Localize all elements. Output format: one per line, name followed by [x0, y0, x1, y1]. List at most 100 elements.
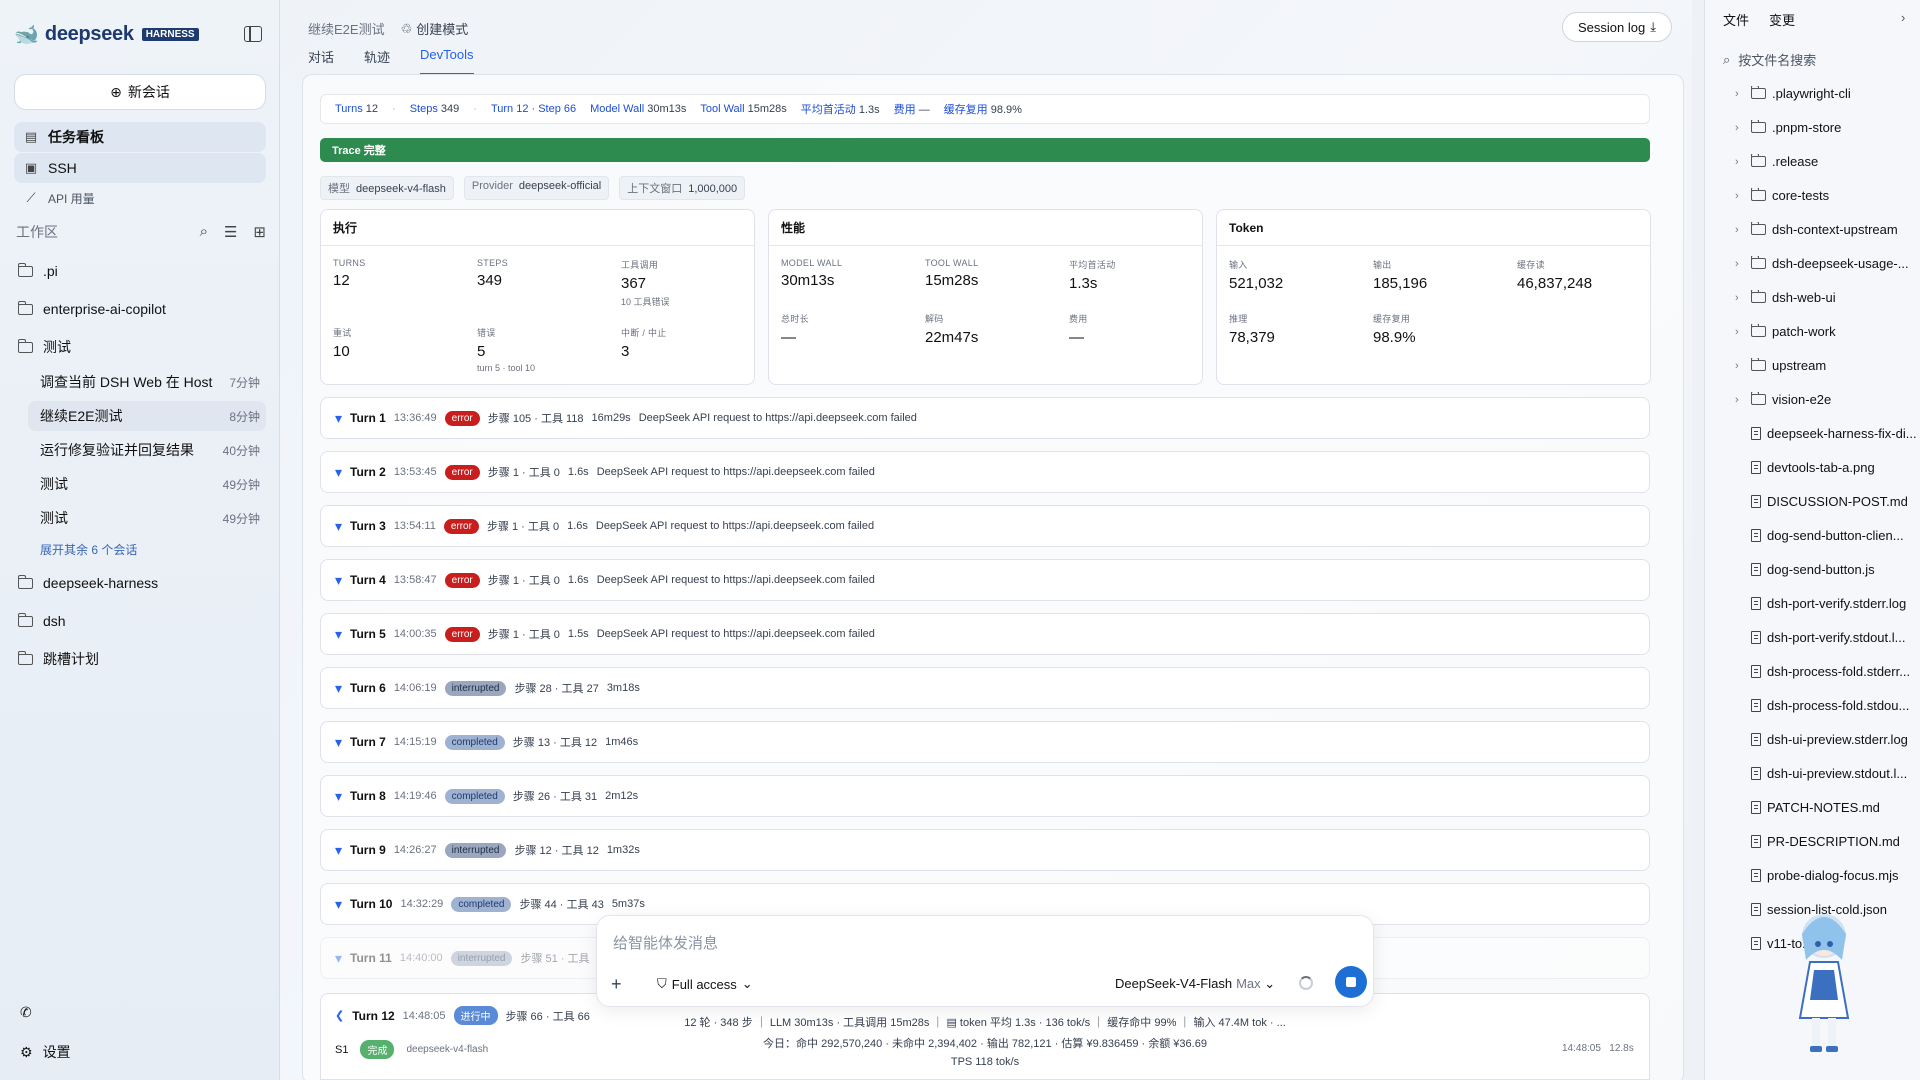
- folder-item[interactable]: › patch-work: [1735, 324, 1917, 339]
- file-item[interactable]: dog-send-button.js: [1735, 562, 1917, 577]
- mode-indicator[interactable]: ♲ 创建模式: [401, 19, 469, 38]
- file-item[interactable]: dsh-ui-preview.stdout.l...: [1735, 766, 1917, 781]
- file-item[interactable]: PATCH-NOTES.md: [1735, 800, 1917, 815]
- chevron-down-icon[interactable]: ▾: [335, 572, 342, 589]
- chevron-down-icon[interactable]: ▾: [335, 734, 342, 751]
- nav-ssh[interactable]: ▣ SSH: [14, 153, 266, 183]
- chevron-right-icon[interactable]: ›: [1901, 10, 1905, 25]
- chevron-down-icon[interactable]: ▾: [335, 410, 342, 427]
- tab-files[interactable]: 文件: [1723, 10, 1749, 29]
- model-chips: 模型 deepseek-v4-flash Provider deepseek-off…: [320, 176, 746, 200]
- chevron-down-icon[interactable]: ▾: [335, 788, 342, 805]
- file-search-placeholder: 按文件名搜索: [1738, 53, 1817, 68]
- file-item[interactable]: probe-dialog-focus.mjs: [1735, 868, 1917, 883]
- file-item[interactable]: devtools-tab-a.png: [1735, 460, 1917, 475]
- toggle-sidebar-icon[interactable]: [244, 26, 262, 42]
- brand[interactable]: 🐋 deepseek HARNESS: [14, 22, 199, 47]
- message-input[interactable]: 给智能体发消息: [613, 932, 718, 953]
- folder-test[interactable]: 测试: [17, 332, 71, 362]
- file-item[interactable]: dog-send-button-clien...: [1735, 528, 1917, 543]
- file-search-input[interactable]: ⌕ 按文件名搜索: [1723, 50, 1816, 69]
- file-item[interactable]: PR-DESCRIPTION.md: [1735, 834, 1917, 849]
- settings-button[interactable]: ⚙ 设置: [20, 1042, 71, 1062]
- file-item[interactable]: dsh-process-fold.stderr...: [1735, 664, 1917, 679]
- turn-time: 13:36:49: [393, 412, 437, 424]
- card-perf: 性能 MODEL WALL 30m13s TOOL WALL 15m28s 平均首活…: [768, 209, 1203, 385]
- session-time: 49分钟: [222, 511, 260, 526]
- new-folder-icon[interactable]: ⊞: [253, 223, 266, 241]
- chevron-down-icon[interactable]: ▾: [335, 680, 342, 697]
- folder-item[interactable]: › vision-e2e: [1735, 392, 1917, 407]
- turn-row[interactable]: ▾ Turn 1 13:36:49 error 步骤 105 · 工具 118 16m29…: [320, 397, 1650, 439]
- folder-deepseek-harness[interactable]: deepseek-harness: [17, 568, 158, 598]
- tab-chat[interactable]: 对话: [308, 47, 334, 75]
- turn-row[interactable]: ▾ Turn 8 14:19:46 completed 步骤 26 · 工具 31 2m1…: [320, 775, 1650, 817]
- folder-item[interactable]: › core-tests: [1735, 188, 1917, 203]
- chip-provider: Provider deepseek-official: [463, 176, 610, 200]
- folder-plan[interactable]: 跳槽计划: [17, 644, 99, 674]
- chevron-down-icon[interactable]: ▾: [335, 626, 342, 643]
- message-composer[interactable]: 给智能体发消息 + ⛉ Full access ⌄ DeepSeek-V4-Fl…: [596, 915, 1374, 1007]
- tab-trace[interactable]: 轨迹: [364, 47, 390, 75]
- new-chat-label: 新会话: [127, 84, 170, 100]
- session-item[interactable]: 运行修复验证并回复结果 40分钟: [28, 435, 266, 465]
- expand-more-sessions[interactable]: 展开其余 6 个会话: [40, 541, 137, 558]
- nav-task-board[interactable]: ▤ 任务看板: [14, 122, 266, 152]
- folder-enterprise[interactable]: enterprise-ai-copilot: [17, 294, 166, 324]
- folder-item[interactable]: › dsh-deepseek-usage-...: [1735, 256, 1917, 271]
- new-chat-button[interactable]: ⊕ 新会话: [14, 74, 266, 110]
- model-selector[interactable]: DeepSeek-V4-Flash Max ⌄: [1115, 976, 1275, 992]
- turn-row[interactable]: ▾ Turn 4 13:58:47 error 步骤 1 · 工具 0 1.6s DeepS…: [320, 559, 1650, 601]
- summary-cache: 缓存复用 98.9%: [943, 104, 1022, 116]
- folder-pi[interactable]: .pi: [17, 256, 58, 286]
- file-icon: [1751, 597, 1761, 610]
- turn-row[interactable]: ▾ Turn 2 13:53:45 error 步骤 1 · 工具 0 1.6s DeepS…: [320, 451, 1650, 493]
- turn-message: DeepSeek API request to https://api.deep…: [596, 574, 875, 586]
- file-item[interactable]: dsh-process-fold.stdou...: [1735, 698, 1917, 713]
- file-item[interactable]: dsh-port-verify.stdout.l...: [1735, 630, 1917, 645]
- tab-changes[interactable]: 变更: [1769, 10, 1795, 29]
- session-log-button[interactable]: Session log ⤓: [1562, 12, 1672, 42]
- folder-name: patch-work: [1772, 324, 1836, 339]
- folder-item[interactable]: › .pnpm-store: [1735, 120, 1917, 135]
- folder-item[interactable]: › dsh-web-ui: [1735, 290, 1917, 305]
- file-item[interactable]: dsh-ui-preview.stderr.log: [1735, 732, 1917, 747]
- folder-item[interactable]: › upstream: [1735, 358, 1917, 373]
- session-item[interactable]: 调查当前 DSH Web 在 Host 7分钟: [28, 367, 266, 397]
- filter-icon[interactable]: ☰: [224, 223, 237, 241]
- session-item[interactable]: 测试 49分钟: [28, 503, 266, 533]
- summary-turns: Turns 12: [335, 103, 379, 115]
- folder-item[interactable]: › .playwright-cli: [1735, 86, 1917, 101]
- chevron-right-icon: ›: [1735, 393, 1739, 406]
- file-item[interactable]: deepseek-harness-fix-di...: [1735, 426, 1917, 441]
- access-dropdown[interactable]: ⛉ Full access ⌄: [657, 976, 753, 992]
- file-name: probe-dialog-focus.mjs: [1767, 868, 1899, 883]
- tab-devtools[interactable]: DevTools: [420, 47, 474, 75]
- attach-plus-icon[interactable]: +: [611, 974, 622, 995]
- chevron-down-icon[interactable]: ▾: [335, 518, 342, 535]
- stop-button[interactable]: [1335, 966, 1367, 998]
- file-icon: [1751, 937, 1761, 950]
- phone-icon[interactable]: ✆: [20, 1004, 32, 1021]
- file-item[interactable]: DISCUSSION-POST.md: [1735, 494, 1917, 509]
- chevron-down-icon[interactable]: ▾: [335, 950, 342, 967]
- turn-row[interactable]: ▾ Turn 9 14:26:27 interrupted 步骤 12 · 工具 12 1…: [320, 829, 1650, 871]
- turn-row[interactable]: ▾ Turn 5 14:00:35 error 步骤 1 · 工具 0 1.5s DeepS…: [320, 613, 1650, 655]
- turn-stats: 步骤 1 · 工具 0: [486, 521, 560, 533]
- turn-row[interactable]: ▾ Turn 3 13:54:11 error 步骤 1 · 工具 0 1.6s DeepS…: [320, 505, 1650, 547]
- folder-item[interactable]: › .release: [1735, 154, 1917, 169]
- session-item-active[interactable]: 继续E2E测试 8分钟: [28, 401, 266, 431]
- summary-cost: 费用 —: [893, 104, 930, 116]
- folder-dsh[interactable]: dsh: [17, 606, 66, 636]
- nav-api-usage[interactable]: ⟋ API 用量: [14, 183, 266, 213]
- session-item[interactable]: 测试 49分钟: [28, 469, 266, 499]
- chevron-down-icon[interactable]: ▾: [335, 842, 342, 859]
- folder-item[interactable]: › dsh-context-upstream: [1735, 222, 1917, 237]
- turn-row[interactable]: ▾ Turn 7 14:15:19 completed 步骤 13 · 工具 12 1m4…: [320, 721, 1650, 763]
- turn-row[interactable]: ▾ Turn 6 14:06:19 interrupted 步骤 28 · 工具 27 3…: [320, 667, 1650, 709]
- chevron-down-icon[interactable]: ▾: [335, 464, 342, 481]
- file-item[interactable]: dsh-port-verify.stderr.log: [1735, 596, 1917, 611]
- chevron-down-icon[interactable]: ▾: [335, 896, 342, 913]
- search-icon[interactable]: ⌕: [200, 223, 208, 241]
- mascot-character-image: [1798, 914, 1850, 1052]
